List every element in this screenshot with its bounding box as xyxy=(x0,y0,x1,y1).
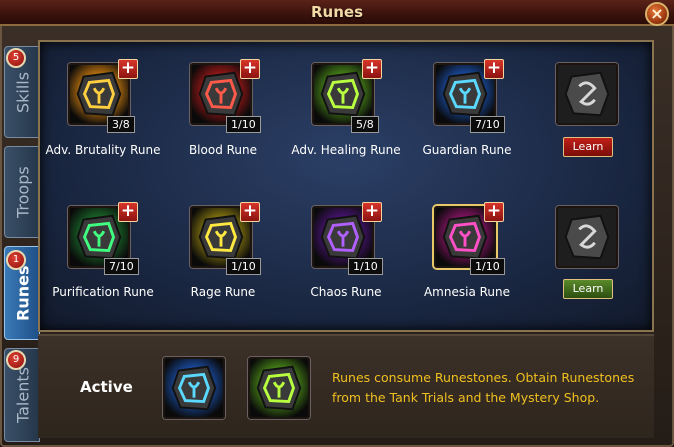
rune-level: 1/10 xyxy=(226,116,261,133)
upgrade-plus-button[interactable]: + xyxy=(484,202,504,222)
tab-troops-label: Troops xyxy=(13,166,33,218)
window-title: Runes xyxy=(310,3,363,21)
upgrade-plus-button[interactable]: + xyxy=(118,202,138,222)
rune-name: Adv. Healing Rune xyxy=(291,143,401,157)
upgrade-plus-button[interactable]: + xyxy=(484,59,504,79)
rune-level: 1/10 xyxy=(348,258,383,275)
runestone-info-text: Runes consume Runestones. Obtain Runesto… xyxy=(332,370,635,405)
rune-name: Guardian Rune xyxy=(422,143,512,157)
talents-count-badge: 9 xyxy=(6,350,26,370)
rune-level: 7/10 xyxy=(470,116,505,133)
learn-button[interactable]: Learn xyxy=(563,137,613,157)
rune-level: 1/10 xyxy=(226,258,261,275)
close-button[interactable]: × xyxy=(645,2,669,26)
runes-count-badge: 1 xyxy=(6,250,26,270)
active-guardian-rune-slot[interactable] xyxy=(163,357,225,419)
upgrade-plus-button[interactable]: + xyxy=(362,202,382,222)
upgrade-plus-button[interactable]: + xyxy=(118,59,138,79)
upgrade-plus-button[interactable]: + xyxy=(240,202,260,222)
upgrade-plus-button[interactable]: + xyxy=(362,59,382,79)
rune-level: 7/10 xyxy=(104,258,139,275)
rune-name: Chaos Rune xyxy=(310,285,382,299)
locked-rune-icon[interactable] xyxy=(556,63,618,125)
learn-button[interactable]: Learn xyxy=(563,279,613,299)
locked-rune-icon[interactable] xyxy=(556,206,618,268)
rune-level: 3/8 xyxy=(107,116,135,133)
rune-name: Blood Rune xyxy=(188,143,258,157)
close-icon: × xyxy=(650,4,664,23)
active-label: Active xyxy=(80,378,133,396)
upgrade-plus-button[interactable]: + xyxy=(240,59,260,79)
rune-level: 1/10 xyxy=(470,258,505,275)
rune-name: Purification Rune xyxy=(52,285,154,299)
rune-name: Amnesia Rune xyxy=(423,285,511,299)
title-bar: Runes xyxy=(0,0,674,26)
rune-name: Rage Rune xyxy=(190,285,256,299)
rune-name: Adv. Brutality Rune xyxy=(45,143,161,157)
skills-count-badge: 5 xyxy=(6,48,26,68)
active-healing-rune-slot[interactable] xyxy=(248,357,310,419)
rune-level: 5/8 xyxy=(351,116,379,133)
tab-troops[interactable]: Troops xyxy=(4,146,40,238)
